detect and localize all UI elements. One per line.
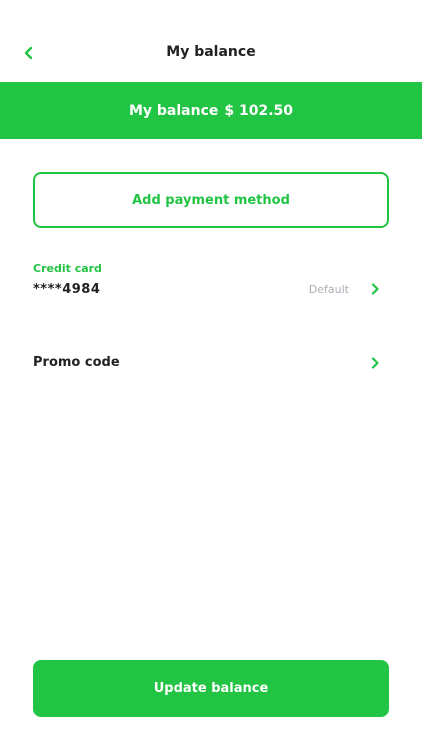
promo-code-label: Promo code bbox=[33, 355, 120, 370]
card-mask: **** bbox=[33, 282, 63, 297]
balance-label: My balance bbox=[128, 102, 219, 119]
default-badge: Default bbox=[308, 283, 349, 296]
update-balance-label: Update balance bbox=[153, 681, 269, 696]
page-title: My balance bbox=[166, 44, 256, 60]
chevron-right-icon bbox=[371, 357, 379, 369]
my-balance-screen: My balance My balance $ 102.50 Add payme… bbox=[0, 0, 422, 750]
header: My balance bbox=[0, 0, 422, 82]
add-payment-method-label: Add payment method bbox=[132, 192, 290, 208]
promo-code-row[interactable]: Promo code bbox=[33, 350, 389, 378]
chevron-right-icon bbox=[371, 283, 379, 295]
credit-card-label: Credit card bbox=[33, 262, 102, 275]
card-last-digits: 4984 bbox=[62, 282, 101, 297]
update-balance-button[interactable]: Update balance bbox=[33, 660, 389, 717]
credit-card-row[interactable]: Credit card ****4984 Default bbox=[33, 262, 389, 302]
balance-amount: $ 102.50 bbox=[224, 102, 294, 119]
balance-banner: My balance $ 102.50 bbox=[0, 82, 422, 139]
credit-card-number: ****4984 bbox=[33, 282, 100, 297]
add-payment-method-button[interactable]: Add payment method bbox=[33, 172, 389, 228]
